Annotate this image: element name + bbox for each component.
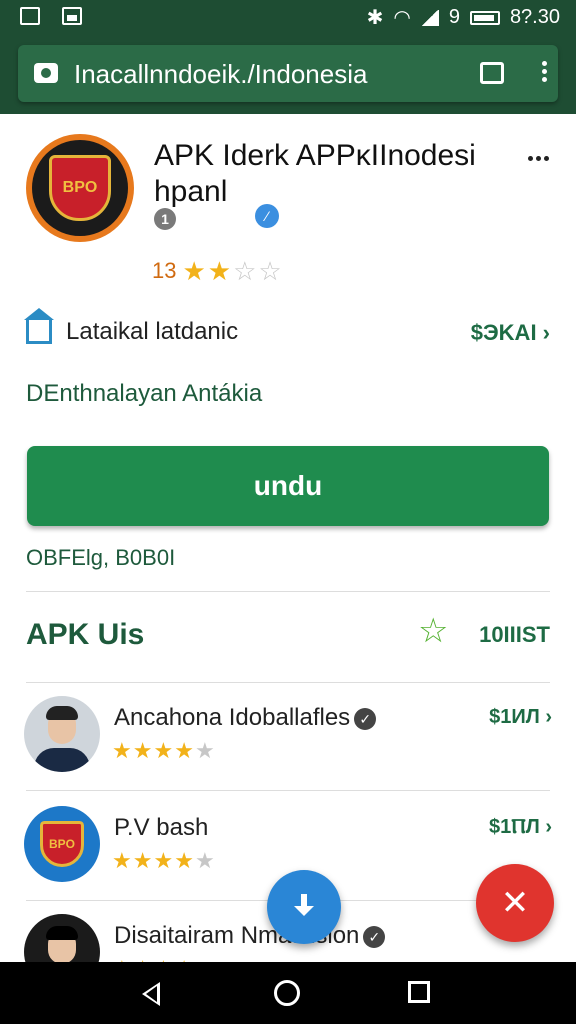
navigation-bar — [0, 962, 576, 1024]
close-button[interactable]: ✕ — [476, 864, 554, 942]
star-icon: ★ — [132, 738, 153, 763]
url-text[interactable]: Inacallnndoeik./Indonesia — [74, 59, 367, 90]
avatar: BPO — [24, 806, 100, 882]
shield-logo-icon: BPO — [49, 155, 111, 221]
info-label: Lataikal latdanic — [66, 318, 239, 345]
list-item-rating: ★ ★ ★ ★ ★ — [112, 850, 215, 872]
download-icon — [294, 894, 314, 920]
list-item-price[interactable]: $1ИЛ › — [489, 706, 552, 729]
star-empty-icon: ★ — [194, 738, 215, 763]
star-outline-icon[interactable]: ☆ — [418, 614, 448, 648]
signal-icon — [420, 9, 439, 26]
list-item-price[interactable]: $1ⲠЛ › — [489, 816, 552, 839]
section-title: APK Uis — [26, 618, 145, 651]
status-bar: ✱ ◠ 9 8?.30 — [0, 0, 576, 34]
list-item-name: Ancahona Idoballafles — [114, 704, 351, 731]
shield-logo-icon: BPO — [40, 821, 84, 867]
rating-value: 13 — [152, 258, 177, 283]
recent-apps-icon[interactable] — [408, 981, 430, 1003]
wifi-icon: ◠ — [393, 7, 411, 29]
star-icon: ★ — [153, 848, 174, 873]
screenshot-icon — [20, 7, 40, 25]
star-icon: ★ — [174, 848, 194, 873]
count-badge: 1 — [154, 208, 176, 230]
camera-icon[interactable] — [34, 63, 58, 83]
star-icon: ★ — [153, 738, 174, 763]
info-price[interactable]: $ЭKAI › — [471, 320, 550, 346]
list-item[interactable]: Ancahona Idoballafles ✓ ★ ★ ★ ★ ★ $1ИЛ › — [24, 696, 552, 786]
star-icon: ★ — [112, 848, 132, 873]
star-empty-icon: ☆ — [233, 256, 257, 286]
offer-text: OBFElg, B0B0I — [26, 545, 176, 570]
home-button-icon[interactable] — [274, 980, 300, 1006]
more-options-icon[interactable] — [528, 156, 549, 161]
info-row[interactable]: Lataikal latdanic $ЭKAI › — [24, 308, 550, 350]
tabs-icon[interactable] — [480, 62, 504, 84]
download-button[interactable] — [267, 870, 341, 944]
developer-name[interactable]: DEnthnalayan Antákia — [26, 380, 262, 408]
star-icon: ★ — [132, 848, 153, 873]
divider — [26, 790, 550, 791]
star-empty-icon: ☆ — [258, 256, 282, 286]
divider — [26, 682, 550, 683]
star-icon: ★ — [182, 256, 206, 286]
install-button[interactable]: undu — [27, 446, 549, 526]
bluetooth-icon: ✱ — [366, 7, 384, 29]
overflow-menu-icon[interactable] — [542, 61, 548, 85]
section-link[interactable]: 10IIIST — [479, 622, 550, 648]
gallery-icon — [62, 7, 82, 25]
verified-icon: ✓ — [363, 925, 386, 948]
app-icon: BPO — [26, 134, 134, 242]
star-icon: ★ — [112, 738, 132, 763]
edit-badge-icon[interactable]: ⁄ — [255, 204, 279, 228]
close-icon: ✕ — [500, 884, 530, 922]
address-bar[interactable]: Inacallnndoeik./Indonesia — [18, 45, 558, 102]
list-item-name: P.V bash — [114, 814, 209, 841]
app-title: APK Iderk APPκIInodesi hpanl — [154, 139, 476, 208]
app-rating: 13 ★ ★ ☆ ☆ — [152, 258, 282, 284]
battery-icon — [469, 10, 500, 25]
list-item-rating: ★ ★ ★ ★ ★ — [112, 740, 215, 762]
avatar — [24, 696, 100, 772]
star-empty-icon: ★ — [194, 848, 215, 873]
verified-icon: ✓ — [354, 707, 377, 730]
divider — [26, 591, 550, 592]
battery-text: 9 — [448, 6, 460, 28]
home-icon — [24, 308, 54, 344]
star-icon: ★ — [174, 738, 194, 763]
status-time: 8?.30 — [509, 6, 560, 28]
star-icon: ★ — [207, 256, 232, 286]
back-icon[interactable] — [142, 982, 160, 1006]
